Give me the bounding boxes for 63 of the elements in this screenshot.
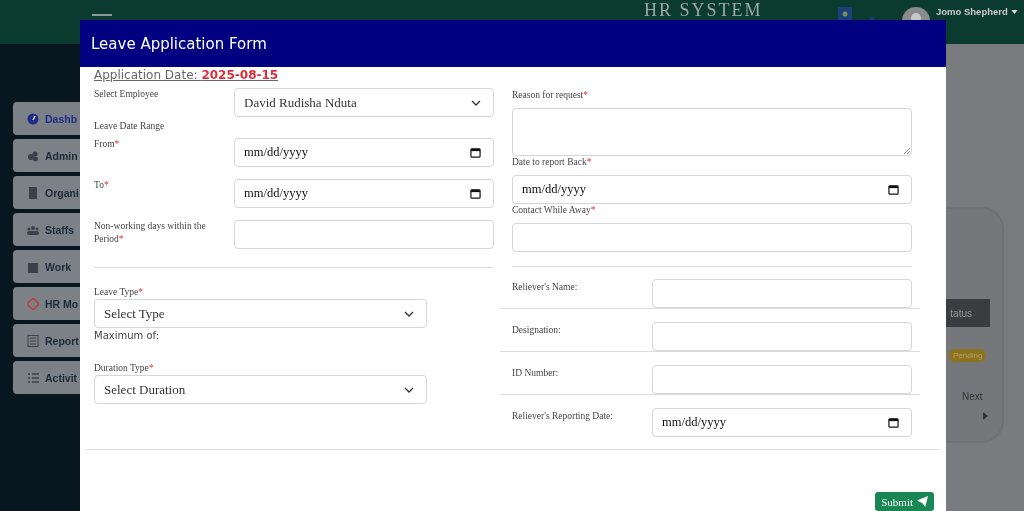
- user-menu[interactable]: Jomo Shepherd: [936, 6, 1018, 17]
- list-icon: [27, 334, 39, 347]
- caret-right-icon[interactable]: [983, 412, 988, 420]
- employee-select[interactable]: David Rudisha Nduta: [234, 88, 494, 117]
- column-header: tatus: [950, 307, 972, 319]
- chevron-down-icon: [471, 99, 481, 106]
- field-label: Contact While Away*: [512, 204, 597, 217]
- chevron-down-icon: [404, 386, 414, 393]
- application-date: Application Date: 2025-08-15: [94, 68, 279, 83]
- gauge-icon: [27, 112, 39, 125]
- modal-title: Leave Application Form: [91, 34, 267, 53]
- field-label: Reliever's Name:: [512, 281, 579, 294]
- calendar-icon: [27, 260, 39, 273]
- field-label: Leave Date Range: [94, 120, 166, 133]
- date-field[interactable]: mm/dd/yyyy: [652, 408, 912, 437]
- sidebar-item[interactable]: Work: [13, 250, 80, 283]
- duration-type-select[interactable]: Select Duration: [94, 375, 427, 404]
- users-icon: [27, 223, 39, 236]
- date-field[interactable]: mm/dd/yyyy: [234, 138, 494, 167]
- next-link[interactable]: Next: [962, 391, 983, 402]
- calendar-icon: [470, 147, 481, 158]
- calendar-icon: [888, 184, 899, 195]
- sidebar-item[interactable]: Report: [13, 324, 80, 357]
- calendar-icon: [470, 188, 481, 199]
- field-label: Designation:: [512, 324, 562, 337]
- date-field[interactable]: mm/dd/yyyy: [512, 175, 912, 204]
- field-label: Select Employee: [94, 88, 160, 101]
- resize-handle-icon: [904, 148, 910, 154]
- caret-icon: [1010, 9, 1018, 14]
- input-field[interactable]: [652, 365, 912, 394]
- chevron-down-icon: [404, 310, 414, 317]
- input-field[interactable]: [652, 322, 912, 351]
- text-area[interactable]: [512, 108, 912, 156]
- field-label: Date to report Back*: [512, 156, 593, 169]
- leave-type-select[interactable]: Select Type: [94, 299, 427, 328]
- field-label: Non-working days within the Period*: [94, 220, 207, 246]
- sidebar-item[interactable]: HR Mo: [13, 287, 80, 320]
- field-label: Leave Type*: [94, 286, 144, 299]
- maximum-note: Maximum of:: [94, 330, 161, 342]
- app-title: HR SYSTEM: [644, 0, 763, 20]
- field-label: Reason for request*: [512, 89, 589, 102]
- cogs-icon: [27, 149, 39, 162]
- sidebar-item[interactable]: Dashb: [13, 102, 80, 135]
- field-label: Duration Type*: [94, 362, 155, 375]
- field-label: From*: [94, 138, 121, 151]
- input-field[interactable]: [512, 223, 912, 252]
- date-field[interactable]: mm/dd/yyyy: [234, 179, 494, 208]
- sidebar-item[interactable]: Organi: [13, 176, 80, 209]
- field-label: Reliever's Reporting Date:: [512, 410, 614, 423]
- paper-plane-icon: [917, 496, 928, 507]
- building-icon: [27, 186, 39, 199]
- input-field[interactable]: [234, 220, 494, 249]
- sidebar-item[interactable]: Activit: [13, 361, 80, 394]
- calendar-icon: [888, 417, 899, 428]
- tasks-icon: [27, 371, 39, 384]
- sidebar-item[interactable]: Staffs: [13, 213, 80, 246]
- input-field[interactable]: [652, 279, 912, 308]
- flag-icon[interactable]: [838, 7, 852, 21]
- tag-icon: [27, 297, 39, 310]
- submit-button[interactable]: Submit: [875, 492, 934, 511]
- field-label: To*: [94, 179, 110, 192]
- sidebar-item[interactable]: Admin: [13, 139, 80, 172]
- field-label: ID Number:: [512, 367, 560, 380]
